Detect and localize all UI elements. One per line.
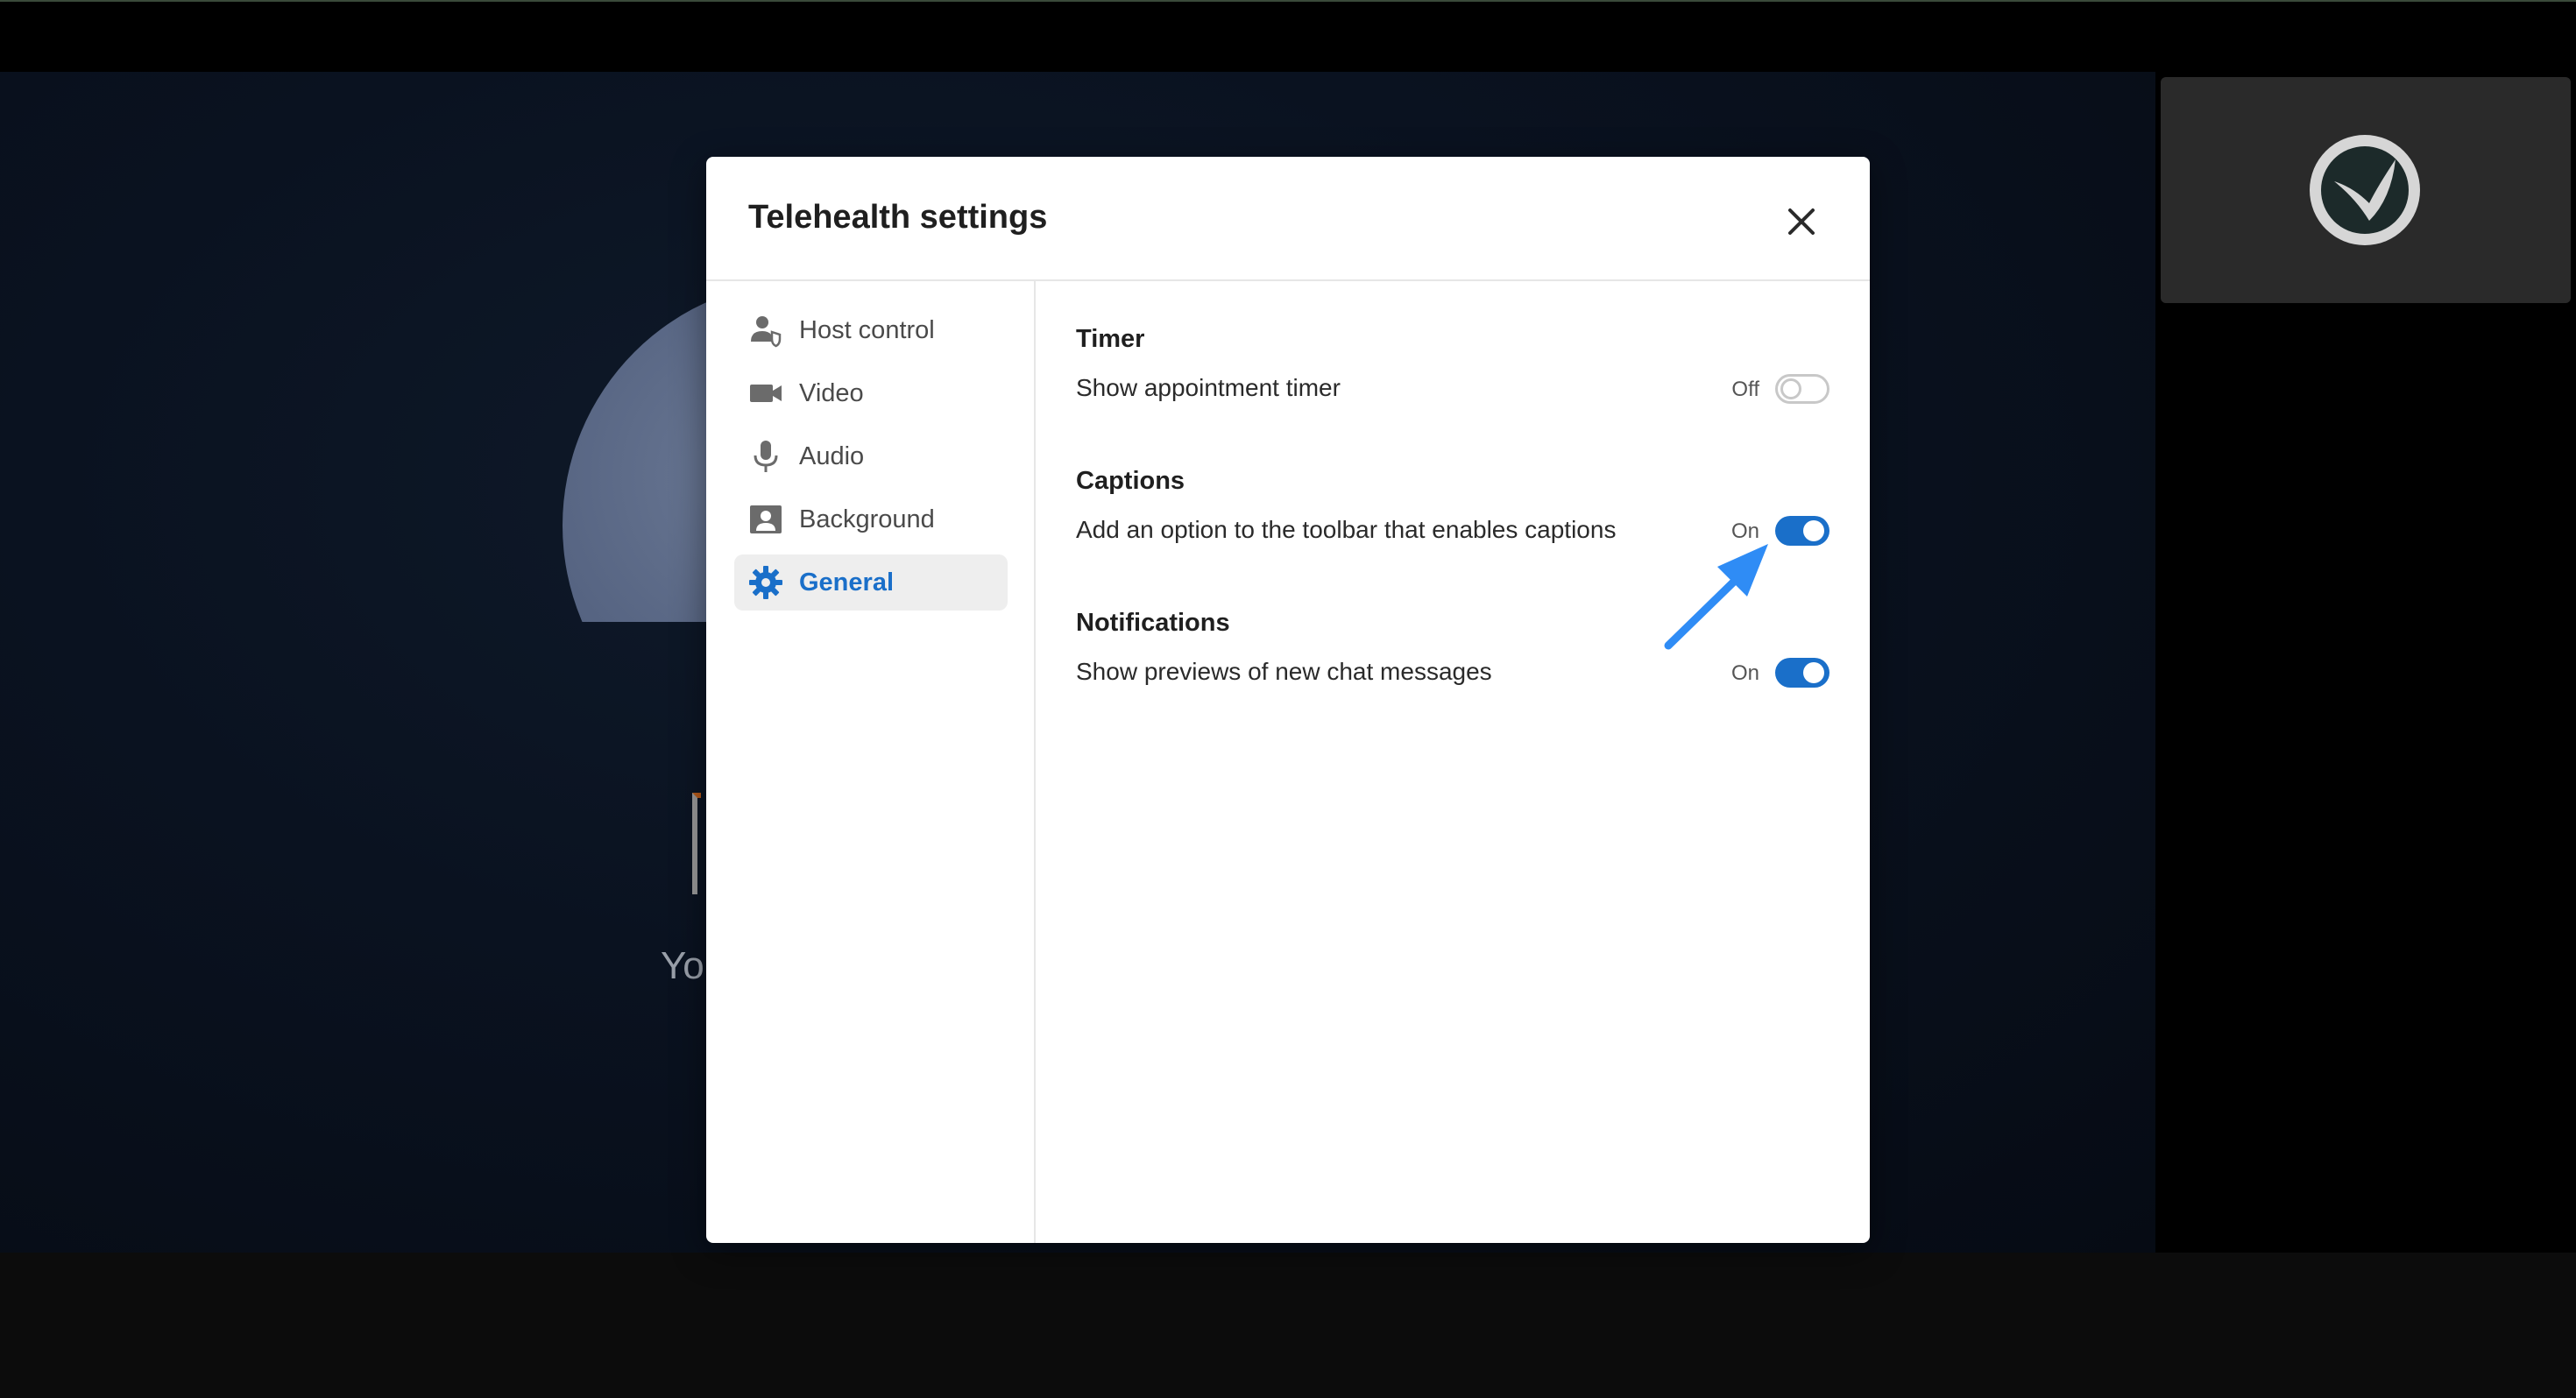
toggle-knob (1803, 662, 1824, 683)
notifications-setting-label: Show previews of new chat messages (1076, 658, 1492, 685)
timer-setting-label: Show appointment timer (1076, 374, 1341, 401)
top-border (0, 0, 2576, 2)
brand-logo-icon (2310, 135, 2420, 245)
notifications-toggle[interactable] (1775, 658, 1829, 688)
sidebar-item-host-control[interactable]: Host control (734, 302, 1008, 358)
sidebar-item-general[interactable]: General (734, 554, 1008, 611)
dialog-title: Telehealth settings (748, 199, 1048, 236)
sidebar-item-label: Audio (799, 441, 865, 470)
background-icon (748, 502, 783, 537)
notifications-state-label: On (1730, 661, 1759, 685)
sidebar-item-audio[interactable]: Audio (734, 428, 1008, 484)
timer-state-label: Off (1731, 378, 1759, 401)
sidebar-item-label: Video (799, 378, 864, 407)
sidebar-item-label: Background (799, 505, 935, 533)
settings-content: Timer Show appointment timer Off Caption… (1036, 281, 1870, 1243)
settings-dialog: Telehealth settings Host control Video A… (706, 157, 1870, 1243)
microphone-icon (748, 439, 783, 474)
toggle-knob (1803, 520, 1824, 541)
waiting-message: Yo (661, 944, 704, 987)
captions-setting-label: Add an option to the toolbar that enable… (1076, 516, 1617, 543)
sidebar-item-label: Host control (799, 315, 935, 344)
waiting-indicator (692, 793, 701, 894)
settings-sidebar: Host control Video Audio Background Gene… (706, 281, 1036, 1243)
close-icon (1788, 208, 1815, 235)
captions-toggle[interactable] (1775, 516, 1829, 546)
close-button[interactable] (1779, 199, 1824, 244)
timer-section-title: Timer (1076, 325, 1145, 353)
host-control-icon (748, 313, 783, 348)
sidebar-item-label: General (799, 568, 894, 597)
captions-section-title: Captions (1076, 467, 1185, 495)
bottom-toolbar (0, 1253, 2576, 1398)
telehealth-app: Yo Telehealth settings Host control Vide… (0, 0, 2576, 1398)
dialog-header: Telehealth settings (706, 157, 1870, 281)
video-camera-icon (748, 376, 783, 411)
timer-toggle[interactable] (1775, 374, 1829, 404)
sidebar-item-video[interactable]: Video (734, 365, 1008, 421)
self-view-tile[interactable] (2161, 77, 2571, 303)
notifications-section-title: Notifications (1076, 609, 1230, 637)
sidebar-item-background[interactable]: Background (734, 491, 1008, 547)
captions-state-label: On (1730, 519, 1759, 543)
toggle-knob (1780, 378, 1801, 399)
gear-icon (748, 565, 783, 600)
